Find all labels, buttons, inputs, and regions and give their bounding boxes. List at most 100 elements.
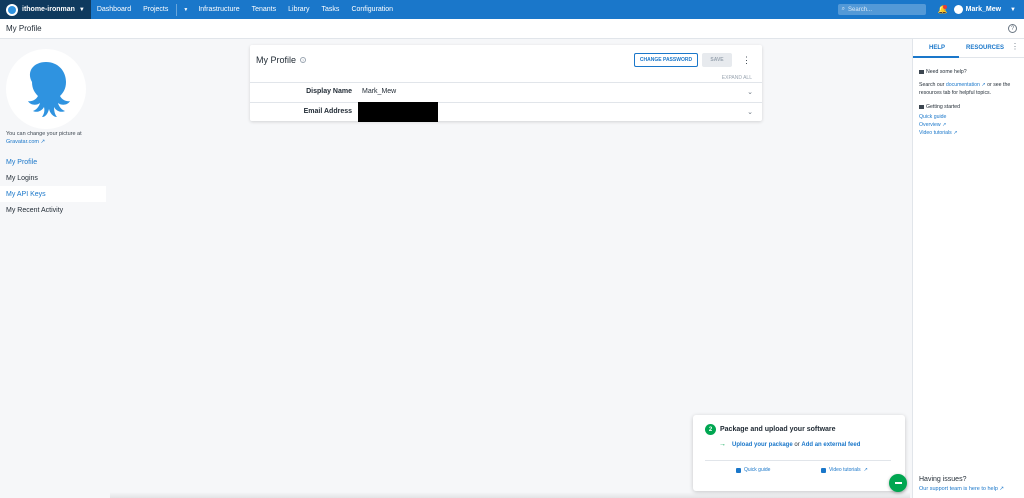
external-link-icon: ↗	[40, 139, 46, 145]
user-name: Mark_Mew	[965, 6, 1002, 13]
nav-dashboard[interactable]: Dashboard	[91, 0, 137, 19]
chevron-down-icon: ▼	[1010, 6, 1016, 13]
overview-link[interactable]: Overview	[919, 122, 941, 128]
profile-card: My Profile ? CHANGE PASSWORD SAVE ⋮ EXPA…	[250, 45, 762, 122]
action-or-text: or	[794, 442, 800, 448]
more-options-icon[interactable]: ⋮	[742, 54, 751, 66]
change-password-button[interactable]: CHANGE PASSWORD	[634, 53, 698, 67]
external-link-icon: ↗	[953, 130, 958, 136]
more-options-icon[interactable]: ⋮	[1011, 42, 1019, 51]
card-title-text: My Profile	[256, 55, 297, 65]
tab-help[interactable]: HELP	[929, 45, 945, 51]
onboarding-title: Package and upload your software	[720, 426, 836, 433]
card-title: My Profile ?	[256, 55, 307, 65]
avatar	[6, 49, 86, 129]
tab-help-underline	[913, 56, 959, 58]
external-link-icon: ↗	[863, 467, 868, 473]
overview-link-row: Overview ↗	[919, 121, 1019, 129]
display-name-label: Display Name	[306, 88, 352, 95]
display-name-row[interactable]: Display Name Mark_Mew ⌄	[250, 82, 762, 101]
need-help-block: Need some help?	[919, 68, 1019, 76]
need-help-title: Need some help?	[926, 69, 967, 75]
support-link[interactable]: Our support team is here to help ↗	[919, 486, 1004, 492]
space-name: ithome-ironman	[22, 6, 75, 13]
chevron-down-icon[interactable]: ⌄	[747, 108, 753, 116]
nav-tenants[interactable]: Tenants	[246, 0, 283, 19]
onboarding-quick-guide-link[interactable]: Quick guide	[736, 467, 770, 473]
onboarding-video-tutorials-link[interactable]: Video tutorials ↗	[821, 467, 868, 473]
top-nav: ithome-ironman ▼ Dashboard Projects ▼ In…	[0, 0, 1024, 19]
quick-guide-icon	[736, 467, 741, 473]
search-prefix: Search our	[919, 82, 945, 88]
search-docs-block: Search our documentation ↗ or see the re…	[919, 81, 1019, 97]
display-name-value: Mark_Mew	[362, 88, 397, 95]
search-placeholder: Search...	[848, 6, 873, 13]
gravatar-link[interactable]: Gravatar.com	[6, 139, 39, 145]
getting-started-title: Getting started	[926, 104, 961, 110]
documentation-link[interactable]: documentation	[946, 82, 980, 88]
nav-tasks[interactable]: Tasks	[316, 0, 346, 19]
gravatar-text: You can change your picture at Gravatar.…	[6, 130, 106, 146]
minus-icon	[894, 482, 902, 484]
support-link-text: Our support team is here to help	[919, 486, 998, 492]
page-header: My Profile ?	[0, 19, 1024, 39]
chevron-down-icon: ▼	[78, 6, 85, 13]
nav-library[interactable]: Library	[282, 0, 315, 19]
sidebar-item-my-api-keys[interactable]: My API Keys	[0, 186, 106, 202]
nav-right: ⌕ Search... 🔔 Mark_Mew ▼	[837, 0, 1024, 19]
chevron-down-icon[interactable]: ⌄	[747, 88, 753, 96]
search-icon: ⌕	[841, 6, 846, 12]
sidebar-item-my-logins[interactable]: My Logins	[0, 170, 106, 186]
space-selector[interactable]: ithome-ironman ▼	[0, 0, 91, 19]
sidebar-item-my-recent-activity[interactable]: My Recent Activity	[0, 202, 106, 218]
getting-started-block: Getting started	[919, 103, 1019, 111]
quick-guide-link-row: Quick guide	[919, 113, 1019, 121]
email-redacted-block	[358, 102, 438, 122]
email-address-label: Email Address	[303, 108, 352, 115]
video-tutorials-link[interactable]: Video tutorials	[919, 130, 952, 136]
onboarding-action: Upload your package or Add an external f…	[732, 442, 860, 448]
quick-guide-link[interactable]: Quick guide	[919, 114, 946, 120]
notification-dot	[942, 4, 947, 9]
save-button[interactable]: SAVE	[702, 53, 732, 67]
help-tabs: HELP RESOURCES ⋮	[913, 39, 1024, 58]
onboarding-divider	[705, 460, 891, 461]
arrow-right-icon: →	[719, 441, 726, 448]
onboarding-quick-guide-text: Quick guide	[744, 467, 771, 473]
book-icon	[919, 104, 924, 109]
book-icon	[919, 69, 924, 74]
tab-resources[interactable]: RESOURCES	[966, 45, 1004, 51]
nav-configuration[interactable]: Configuration	[345, 0, 399, 19]
user-menu[interactable]: Mark_Mew ▼	[953, 5, 1016, 14]
external-link-icon: ↗	[942, 122, 947, 128]
nav-projects[interactable]: Projects	[137, 0, 174, 19]
issues-title: Having issues?	[919, 476, 967, 483]
page-title: My Profile	[6, 24, 42, 33]
bell-icon[interactable]: 🔔	[938, 4, 948, 14]
bottom-shadow	[110, 492, 910, 498]
upload-package-link[interactable]: Upload your package	[732, 442, 793, 448]
sidebar-item-my-profile[interactable]: My Profile	[0, 154, 106, 170]
email-address-row[interactable]: Email Address ⌄	[250, 102, 762, 122]
external-link-icon: ↗	[999, 486, 1005, 492]
collapse-onboarding-button[interactable]	[889, 474, 907, 492]
projects-dropdown-icon[interactable]: ▼	[179, 0, 192, 19]
external-link-icon: ↗	[981, 82, 986, 88]
nav-infrastructure[interactable]: Infrastructure	[192, 0, 245, 19]
gravatar-text-label: You can change your picture at	[6, 131, 82, 137]
add-external-feed-link[interactable]: Add an external feed	[801, 442, 860, 448]
user-avatar-icon	[953, 5, 963, 14]
expand-all-link[interactable]: EXPAND ALL	[722, 75, 752, 81]
onboarding-video-tutorials-text: Video tutorials	[829, 467, 861, 473]
space-logo-icon	[6, 3, 18, 16]
question-icon[interactable]: ?	[300, 57, 307, 63]
video-tutorials-link-row: Video tutorials ↗	[919, 129, 1019, 137]
octopus-icon	[28, 62, 70, 117]
search-input[interactable]: ⌕ Search...	[837, 4, 926, 15]
help-panel: HELP RESOURCES ⋮ Need some help? Search …	[912, 39, 1024, 498]
step-badge: 2	[705, 424, 716, 435]
nav-divider	[176, 3, 178, 16]
video-icon	[821, 467, 826, 473]
onboarding-widget: 2 Package and upload your software → Upl…	[693, 415, 905, 491]
help-circle-icon[interactable]: ?	[1008, 24, 1017, 33]
